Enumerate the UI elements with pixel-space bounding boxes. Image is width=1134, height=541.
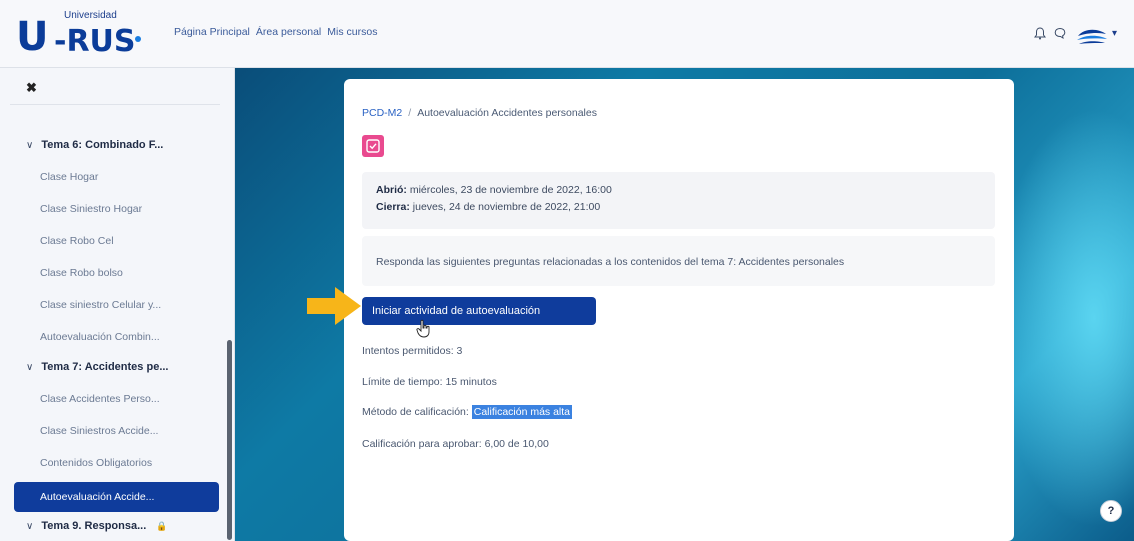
quiz-activity-icon: [362, 135, 384, 157]
grade-to-pass: Calificación para aprobar: 6,00 de 10,00: [362, 438, 549, 450]
close-icon[interactable]: ✖: [26, 80, 37, 96]
grading-label: Método de calificación:: [362, 406, 469, 418]
section-tema-9[interactable]: ∨ Tema 9. Responsa... 🔒: [14, 511, 219, 541]
divider: [10, 104, 220, 105]
user-avatar[interactable]: [1074, 18, 1110, 50]
bell-icon[interactable]: [1034, 27, 1046, 40]
top-navbar: Universidad U -RUS Página Principal Área…: [0, 0, 1134, 68]
sidebar-item-autoevaluacion-combinado[interactable]: Autoevaluación Combin...: [14, 322, 219, 352]
opened-value: miércoles, 23 de noviembre de 2022, 16:0…: [409, 184, 612, 196]
chevron-down-icon: ∨: [26, 140, 34, 151]
course-index-sidebar: ✖ ∨ Tema 6: Combinado F... Clase Hogar Cl…: [0, 68, 235, 541]
closes-date: Cierra: jueves, 24 de noviembre de 2022,…: [376, 201, 600, 213]
sidebar-item-clase-robo-bolso[interactable]: Clase Robo bolso: [14, 258, 219, 288]
nav-home-link[interactable]: Página Principal: [174, 26, 250, 38]
section-label: Tema 7: Accidentes pe...: [41, 361, 169, 373]
sidebar-item-clase-accidentes-personales[interactable]: Clase Accidentes Perso...: [14, 384, 219, 414]
checkbox-icon: [366, 139, 380, 153]
sidebar-item-clase-siniestro-hogar[interactable]: Clase Siniestro Hogar: [14, 194, 219, 224]
hand-cursor-icon: [416, 319, 430, 338]
section-tema-6[interactable]: ∨ Tema 6: Combinado F...: [14, 130, 219, 160]
closes-label: Cierra:: [376, 201, 410, 213]
main-content-area: PCD-M2 / Autoevaluación Accidentes persona…: [235, 68, 1134, 541]
breadcrumb-current: Autoevaluación Accidentes personales: [417, 107, 597, 119]
description-text: Responda las siguientes preguntas relaci…: [376, 256, 845, 268]
grading-method: Método de calificación: Calificación más…: [362, 405, 573, 419]
arrow-right-icon: [307, 287, 361, 325]
chevron-down-icon: ∨: [26, 362, 34, 373]
lock-icon: 🔒: [156, 521, 168, 531]
section-label: Tema 9. Responsa...: [41, 520, 147, 532]
logo-u-letter: U: [16, 14, 49, 60]
sidebar-scrollbar[interactable]: [227, 340, 232, 540]
sidebar-item-clase-siniestros-accidentes[interactable]: Clase Siniestros Accide...: [14, 416, 219, 446]
sidebar-item-clase-siniestro-celular[interactable]: Clase siniestro Celular y...: [14, 290, 219, 320]
breadcrumb: PCD-M2 / Autoevaluación Accidentes persona…: [362, 107, 597, 119]
breadcrumb-separator: /: [408, 107, 412, 119]
opened-date: Abrió: miércoles, 23 de noviembre de 202…: [376, 184, 612, 196]
chat-icon[interactable]: [1054, 27, 1066, 39]
attempts-allowed: Intentos permitidos: 3: [362, 345, 463, 357]
background-glow: [994, 108, 1134, 528]
navbar-icons: ▾: [1024, 18, 1134, 50]
section-label: Tema 6: Combinado F...: [41, 139, 164, 151]
time-limit: Límite de tiempo: 15 minutos: [362, 376, 497, 388]
help-button[interactable]: ?: [1100, 500, 1122, 522]
opened-label: Abrió:: [376, 184, 407, 196]
section-tema-7[interactable]: ∨ Tema 7: Accidentes pe...: [14, 352, 219, 382]
logo-small-text: Universidad: [64, 10, 117, 21]
start-attempt-button[interactable]: Iniciar actividad de autoevaluación: [362, 297, 596, 325]
activity-description: Responda las siguientes preguntas relaci…: [362, 236, 995, 286]
main-nav: Página Principal Área personal Mis curso…: [174, 26, 377, 38]
closes-value: jueves, 24 de noviembre de 2022, 21:00: [412, 201, 601, 213]
sidebar-item-autoevaluacion-accidentes[interactable]: Autoevaluación Accide...: [14, 482, 219, 512]
sidebar-item-clase-hogar[interactable]: Clase Hogar: [14, 162, 219, 192]
logo-dot: [135, 36, 141, 42]
grading-value-selected: Calificación más alta: [471, 405, 573, 419]
logo-rus-text: -RUS: [54, 24, 136, 59]
chevron-down-icon: ∨: [26, 521, 34, 532]
activity-dates: Abrió: miércoles, 23 de noviembre de 202…: [362, 172, 995, 229]
nav-dashboard-link[interactable]: Área personal: [256, 26, 321, 38]
sidebar-item-clase-robo-cel[interactable]: Clase Robo Cel: [14, 226, 219, 256]
nav-my-courses-link[interactable]: Mis cursos: [327, 26, 377, 38]
activity-card: PCD-M2 / Autoevaluación Accidentes persona…: [344, 79, 1014, 541]
breadcrumb-course-link[interactable]: PCD-M2: [362, 107, 402, 119]
university-logo[interactable]: Universidad U -RUS: [14, 8, 144, 60]
sidebar-item-contenidos-obligatorios[interactable]: Contenidos Obligatorios: [14, 448, 219, 478]
chevron-down-icon[interactable]: ▾: [1112, 28, 1117, 39]
